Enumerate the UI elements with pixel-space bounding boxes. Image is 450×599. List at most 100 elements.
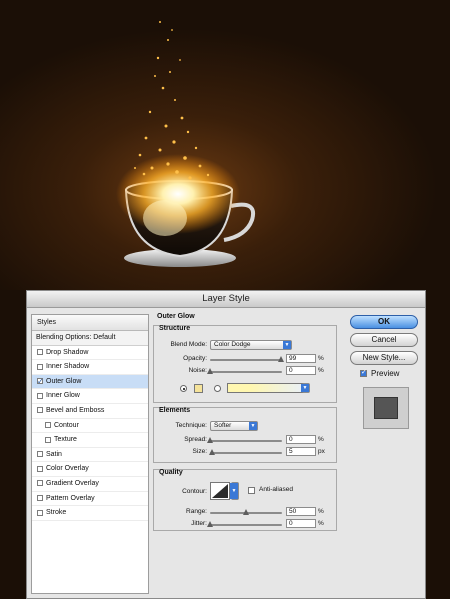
blend-mode-value: Color Dodge xyxy=(214,341,251,348)
style-item-checkbox[interactable] xyxy=(37,465,43,472)
style-item-checkbox[interactable] xyxy=(37,509,43,516)
anti-aliased-checkbox[interactable] xyxy=(248,487,255,494)
size-input[interactable]: 5 xyxy=(286,447,316,456)
gradient-dropdown[interactable]: ▼ xyxy=(301,383,310,393)
style-item-checkbox[interactable] xyxy=(37,392,43,399)
noise-slider[interactable] xyxy=(207,368,282,374)
solid-color-radio[interactable] xyxy=(180,385,187,392)
noise-unit: % xyxy=(318,367,324,374)
style-item-checkbox[interactable] xyxy=(37,480,43,487)
jitter-unit: % xyxy=(318,520,324,527)
layer-style-dialog: Layer Style Styles Blending Options: Def… xyxy=(26,290,426,599)
blend-mode-label: Blend Mode: xyxy=(170,341,208,348)
new-style-button[interactable]: New Style... xyxy=(350,351,418,365)
contour-label: Contour: xyxy=(182,488,207,495)
preview-checkbox[interactable] xyxy=(360,368,367,377)
spread-slider-knob[interactable] xyxy=(207,437,213,443)
style-item-label: Stroke xyxy=(46,509,67,517)
gradient-radio[interactable] xyxy=(214,385,221,392)
style-item-label: Color Overlay xyxy=(46,465,89,473)
style-item-label: Pattern Overlay xyxy=(46,494,95,502)
chevron-down-icon: ▼ xyxy=(301,384,309,392)
panel-title: Outer Glow xyxy=(157,313,195,320)
canvas-artwork xyxy=(0,0,450,290)
range-input[interactable]: 50 xyxy=(286,507,316,516)
style-item-checkbox[interactable] xyxy=(37,407,43,414)
noise-input[interactable]: 0 xyxy=(286,366,316,375)
opacity-slider[interactable] xyxy=(210,356,285,362)
range-unit: % xyxy=(318,508,324,515)
technique-select[interactable]: Softer ▼ xyxy=(210,421,258,431)
jitter-slider-knob[interactable] xyxy=(207,521,213,527)
dialog-title: Layer Style xyxy=(27,291,425,308)
style-item-stroke[interactable]: Stroke xyxy=(32,506,148,521)
jitter-input[interactable]: 0 xyxy=(286,519,316,528)
style-item-inner-shadow[interactable]: Inner Shadow xyxy=(32,360,148,375)
blending-options-item[interactable]: Blending Options: Default xyxy=(32,331,148,346)
style-item-label: Gradient Overlay xyxy=(46,479,99,487)
style-item-label: Bevel and Emboss xyxy=(46,406,105,414)
style-item-checkbox[interactable] xyxy=(45,436,51,443)
structure-label: Structure xyxy=(159,325,191,332)
quality-label: Quality xyxy=(159,469,183,476)
style-item-satin[interactable]: Satin xyxy=(32,448,148,463)
quality-group: Quality Contour: ▼ Anti-aliased Range: 5… xyxy=(153,469,337,531)
opacity-input[interactable]: 99 xyxy=(286,354,316,363)
noise-slider-knob[interactable] xyxy=(207,368,213,374)
elements-group: Elements Technique: Softer ▼ Spread: 0 %… xyxy=(153,407,337,463)
style-item-label: Contour xyxy=(54,421,79,429)
opacity-unit: % xyxy=(318,355,324,362)
noise-label: Noise: xyxy=(188,367,207,374)
size-slider-knob[interactable] xyxy=(209,449,216,455)
spread-unit: % xyxy=(318,436,324,443)
contour-picker[interactable] xyxy=(210,482,230,500)
style-item-inner-glow[interactable]: Inner Glow xyxy=(32,389,148,404)
ok-button[interactable]: OK xyxy=(350,315,418,329)
contour-curve-icon xyxy=(212,484,228,498)
range-slider[interactable] xyxy=(210,509,282,515)
style-item-outer-glow[interactable]: Outer Glow xyxy=(32,374,148,390)
size-unit: px xyxy=(318,448,325,455)
styles-list-header[interactable]: Styles xyxy=(32,315,148,331)
spread-slider[interactable] xyxy=(207,437,282,443)
jitter-label: Jitter: xyxy=(191,520,207,527)
style-item-label: Inner Shadow xyxy=(46,363,90,371)
style-item-gradient-overlay[interactable]: Gradient Overlay xyxy=(32,477,148,492)
range-slider-knob[interactable] xyxy=(243,509,249,515)
anti-aliased-label: Anti-aliased xyxy=(259,486,293,493)
chevron-down-icon: ▼ xyxy=(249,422,257,430)
glow-color-swatch[interactable] xyxy=(194,384,203,393)
jitter-slider[interactable] xyxy=(207,521,282,527)
glow-gradient-picker[interactable] xyxy=(227,383,305,393)
contour-dropdown[interactable]: ▼ xyxy=(230,482,239,500)
preview-label: Preview xyxy=(371,369,400,378)
chevron-down-icon: ▼ xyxy=(230,483,238,499)
style-item-pattern-overlay[interactable]: Pattern Overlay xyxy=(32,492,148,507)
style-item-label: Drop Shadow xyxy=(46,348,89,356)
spread-label: Spread: xyxy=(184,436,207,443)
technique-label: Technique: xyxy=(175,422,207,429)
style-item-checkbox[interactable] xyxy=(37,451,43,458)
spread-input[interactable]: 0 xyxy=(286,435,316,444)
chevron-down-icon: ▼ xyxy=(283,341,291,349)
cancel-button[interactable]: Cancel xyxy=(350,333,418,347)
coffee-cup-illustration xyxy=(0,0,450,290)
style-item-contour[interactable]: Contour xyxy=(32,419,148,434)
style-item-label: Inner Glow xyxy=(46,392,80,400)
style-item-checkbox[interactable] xyxy=(37,375,44,390)
style-item-checkbox[interactable] xyxy=(37,495,43,502)
styles-list: Styles Blending Options: Default Drop Sh… xyxy=(31,314,149,594)
opacity-slider-knob[interactable] xyxy=(278,356,285,362)
blend-mode-select[interactable]: Color Dodge ▼ xyxy=(210,340,292,350)
style-item-checkbox[interactable] xyxy=(37,363,43,370)
style-item-drop-shadow[interactable]: Drop Shadow xyxy=(32,346,148,361)
structure-group: Structure Blend Mode: Color Dodge ▼ Opac… xyxy=(153,325,337,403)
style-item-bevel-and-emboss[interactable]: Bevel and Emboss xyxy=(32,404,148,419)
style-item-color-overlay[interactable]: Color Overlay xyxy=(32,462,148,477)
size-slider[interactable] xyxy=(209,449,282,455)
style-item-texture[interactable]: Texture xyxy=(32,433,148,448)
size-label: Size: xyxy=(192,448,207,455)
style-item-checkbox[interactable] xyxy=(37,349,43,356)
style-item-label: Satin xyxy=(46,450,62,458)
style-item-checkbox[interactable] xyxy=(45,422,51,429)
